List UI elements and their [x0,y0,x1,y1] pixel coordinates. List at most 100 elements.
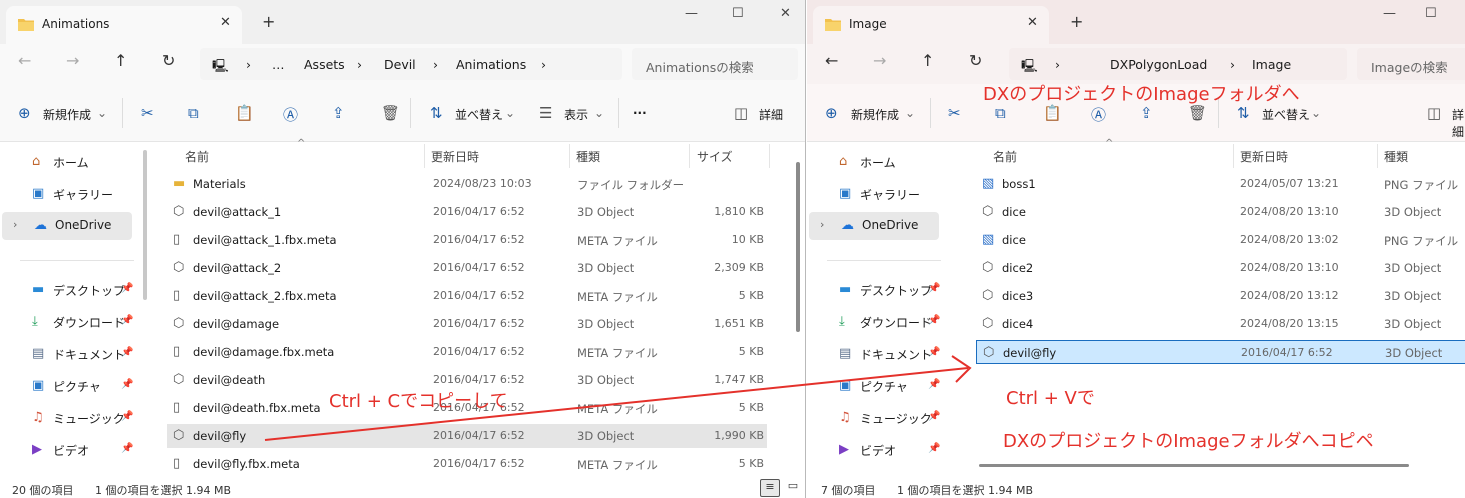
details-view-icon[interactable]: ≡ [760,479,780,497]
sort-button[interactable]: 並べ替え [1262,106,1310,123]
column-header-date[interactable]: 更新日時 [431,148,479,165]
sidebar-item-home[interactable]: ⌂ ホーム [0,148,136,176]
column-header-name[interactable]: 名前 [993,148,1017,165]
sidebar-item-gallery[interactable]: ▣ ギャラリー [807,180,943,208]
details-pane-icon[interactable]: ◫ [1427,104,1441,122]
share-icon[interactable]: ⇪ [332,104,345,122]
sidebar-item-onedrive[interactable]: › ☁ OneDrive [2,212,132,240]
details-button[interactable]: 詳細 [1452,106,1465,140]
pin-icon[interactable]: 📌 [928,411,940,422]
chevron-right-icon[interactable]: › [820,218,824,231]
chevron-down-icon[interactable]: ⌄ [1311,106,1321,120]
sort-icon[interactable]: ⇅ [1237,104,1250,122]
breadcrumb-assets[interactable]: Assets [304,57,345,72]
back-arrow-icon[interactable]: ← [18,51,31,70]
view-icon[interactable]: ☰ [539,104,552,122]
pin-icon[interactable]: 📌 [121,315,133,326]
details-pane-icon[interactable]: ◫ [734,104,748,122]
copy-icon[interactable]: ⧉ [188,104,199,122]
sidebar-item-home[interactable]: ⌂ ホーム [807,148,943,176]
minimize-icon[interactable]: — [1383,6,1396,21]
sidebar-item-onedrive[interactable]: › ☁ OneDrive [809,212,939,240]
sidebar-item-documents[interactable]: ▤ ドキュメント 📌 [807,340,943,368]
refresh-icon[interactable]: ↻ [162,51,175,70]
breadcrumb-image[interactable]: Image [1252,57,1291,72]
tiles-view-icon[interactable]: ▭ [783,479,803,497]
address-bar[interactable]: 🖳 › DXPolygonLoad › Image [1009,48,1347,80]
sidebar-item-gallery[interactable]: ▣ ギャラリー [0,180,136,208]
sort-button[interactable]: 並べ替え [455,106,503,123]
address-bar[interactable]: 🖳 › … Assets › Devil › Animations › [200,48,622,80]
file-row[interactable]: ▯ devil@attack_2.fbx.meta 2016/04/17 6:5… [167,284,767,308]
paste-icon[interactable]: 📋 [1043,104,1062,122]
pin-icon[interactable]: 📌 [928,347,940,358]
file-row[interactable]: ▯ devil@fly.fbx.meta 2016/04/17 6:52 MET… [167,452,767,476]
close-window-icon[interactable]: ✕ [780,6,791,21]
tab-image[interactable]: Image ✕ [813,6,1049,44]
delete-icon[interactable]: 🗑 [381,104,400,122]
forward-arrow-icon[interactable]: → [66,51,79,70]
refresh-icon[interactable]: ↻ [969,51,982,70]
breadcrumb-overflow[interactable]: … [272,57,285,72]
close-tab-icon[interactable]: ✕ [1027,15,1038,30]
sidebar-scrollbar[interactable] [143,150,147,300]
file-row[interactable]: ⬡ dice3 2024/08/20 13:12 3D Object [976,284,1465,308]
pin-icon[interactable]: 📌 [928,283,940,294]
column-header-type[interactable]: 種類 [576,148,600,165]
details-button[interactable]: 詳細 [759,106,783,123]
file-row[interactable]: ⬡ devil@damage 2016/04/17 6:52 3D Object… [167,312,767,336]
minimize-icon[interactable]: — [685,6,698,21]
sidebar-item-pictures[interactable]: ▣ ピクチャ 📌 [807,372,943,400]
sidebar-item-desktop[interactable]: ▬ デスクトップ 📌 [807,276,943,304]
file-row[interactable]: ▯ devil@damage.fbx.meta 2016/04/17 6:52 … [167,340,767,364]
rename-icon[interactable]: Ⓐ [1091,104,1106,125]
pin-icon[interactable]: 📌 [928,443,940,454]
up-arrow-icon[interactable]: ↑ [114,51,127,70]
breadcrumb-devil[interactable]: Devil [384,57,416,72]
new-plus-icon[interactable]: ⊕ [18,104,31,122]
search-input[interactable]: Animationsの検索 [632,48,798,80]
paste-icon[interactable]: 📋 [235,104,254,122]
cut-icon[interactable]: ✂ [948,104,961,122]
new-tab-icon[interactable]: + [1070,12,1083,31]
breadcrumb-dxpolygonload[interactable]: DXPolygonLoad [1110,57,1207,72]
chevron-down-icon[interactable]: ⌄ [594,106,604,120]
sidebar-item-videos[interactable]: ▶ ビデオ 📌 [0,436,136,464]
new-plus-icon[interactable]: ⊕ [825,104,838,122]
forward-arrow-icon[interactable]: → [873,51,886,70]
file-row[interactable]: ▯ devil@attack_1.fbx.meta 2016/04/17 6:5… [167,228,767,252]
sidebar-item-pictures[interactable]: ▣ ピクチャ 📌 [0,372,136,400]
file-row[interactable]: ▧ dice 2024/08/20 13:02 PNG ファイル [976,228,1465,252]
up-arrow-icon[interactable]: ↑ [921,51,934,70]
pin-icon[interactable]: 📌 [928,315,940,326]
file-row[interactable]: ⬡ dice2 2024/08/20 13:10 3D Object [976,256,1465,280]
new-button[interactable]: 新規作成 [851,106,899,123]
delete-icon[interactable]: 🗑 [1188,104,1207,122]
cut-icon[interactable]: ✂ [141,104,154,122]
sort-icon[interactable]: ⇅ [430,104,443,122]
sidebar-item-downloads[interactable]: ⤓ ダウンロード 📌 [0,308,136,336]
sidebar-item-music[interactable]: ♫ ミュージック 📌 [807,404,943,432]
sidebar-item-music[interactable]: ♫ ミュージック 📌 [0,404,136,432]
column-header-size[interactable]: サイズ [697,148,733,165]
pin-icon[interactable]: 📌 [121,283,133,294]
chevron-down-icon[interactable]: ⌄ [97,106,107,120]
back-arrow-icon[interactable]: ← [825,51,838,70]
column-header-name[interactable]: 名前 [185,148,209,165]
chevron-down-icon[interactable]: ⌄ [505,106,515,120]
file-row[interactable]: ⬡ dice 2024/08/20 13:10 3D Object [976,200,1465,224]
sidebar-item-downloads[interactable]: ⤓ ダウンロード 📌 [807,308,943,336]
tab-animations[interactable]: Animations ✕ [6,6,242,44]
pin-icon[interactable]: 📌 [121,347,133,358]
horizontal-scrollbar[interactable] [979,464,1409,467]
breadcrumb-animations[interactable]: Animations [456,57,526,72]
file-row[interactable]: ▬ Materials 2024/08/23 10:03 ファイル フォルダー [167,172,767,196]
chevron-down-icon[interactable]: ⌄ [905,106,915,120]
copy-icon[interactable]: ⧉ [995,104,1006,122]
pin-icon[interactable]: 📌 [121,379,133,390]
view-button[interactable]: 表示 [564,106,588,123]
column-header-date[interactable]: 更新日時 [1240,148,1288,165]
pin-icon[interactable]: 📌 [121,411,133,422]
file-row[interactable]: ⬡ devil@attack_1 2016/04/17 6:52 3D Obje… [167,200,767,224]
sidebar-item-desktop[interactable]: ▬ デスクトップ 📌 [0,276,136,304]
